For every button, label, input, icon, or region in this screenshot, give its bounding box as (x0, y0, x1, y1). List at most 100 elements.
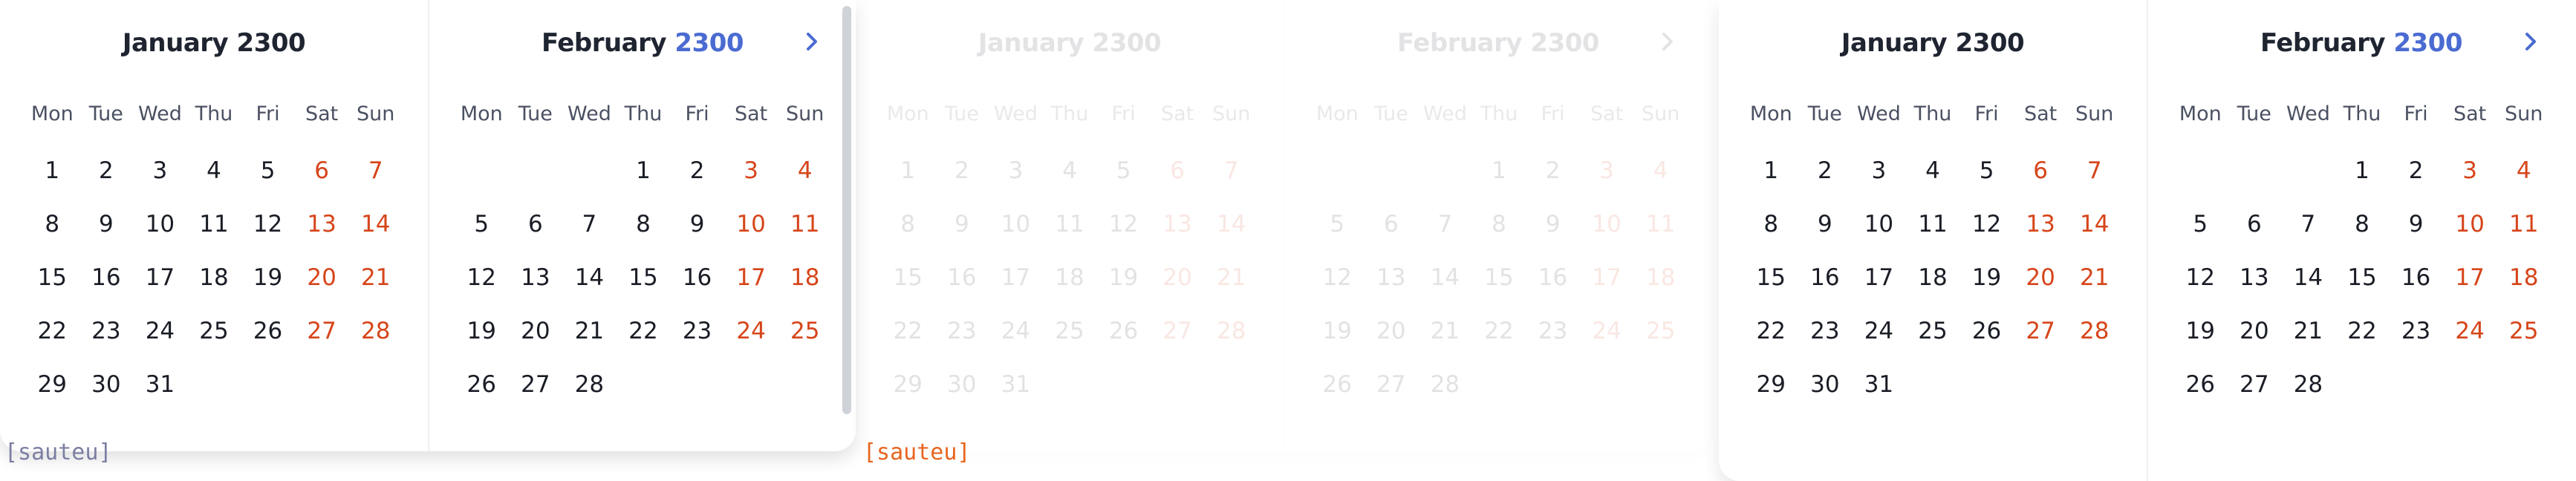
day-cell[interactable]: 23 (935, 312, 989, 365)
next-month-button[interactable] (1655, 27, 1680, 56)
day-cell[interactable]: 9 (935, 205, 989, 258)
day-cell[interactable]: 21 (1204, 258, 1258, 312)
day-cell[interactable]: 10 (2443, 205, 2497, 258)
day-cell[interactable]: 26 (1310, 365, 1365, 419)
day-cell[interactable]: 6 (509, 205, 563, 258)
day-cell[interactable]: 10 (989, 205, 1043, 258)
day-cell[interactable]: 18 (1043, 258, 1097, 312)
day-cell[interactable]: 11 (187, 205, 241, 258)
day-cell[interactable]: 26 (1096, 312, 1151, 365)
day-cell[interactable]: 13 (1365, 258, 1419, 312)
day-cell[interactable]: 20 (295, 258, 349, 312)
day-cell[interactable]: 13 (2228, 258, 2282, 312)
day-cell[interactable]: 4 (1633, 151, 1688, 205)
day-cell[interactable]: 9 (1798, 205, 1853, 258)
day-cell[interactable]: 16 (79, 258, 134, 312)
day-cell[interactable]: 27 (2228, 365, 2282, 419)
day-cell[interactable]: 10 (1852, 205, 1906, 258)
day-cell[interactable]: 2 (2389, 151, 2443, 205)
day-cell[interactable]: 23 (79, 312, 134, 365)
day-cell[interactable]: 5 (1959, 151, 2014, 205)
day-cell[interactable]: 25 (1043, 312, 1097, 365)
day-cell[interactable]: 11 (2497, 205, 2551, 258)
day-cell[interactable]: 17 (724, 258, 778, 312)
day-cell[interactable]: 4 (187, 151, 241, 205)
day-cell[interactable]: 3 (2443, 151, 2497, 205)
day-cell[interactable]: 31 (1852, 365, 1906, 419)
day-cell[interactable]: 7 (2067, 151, 2121, 205)
day-cell[interactable]: 30 (1798, 365, 1853, 419)
day-cell[interactable]: 3 (133, 151, 187, 205)
day-cell[interactable]: 20 (1365, 312, 1419, 365)
day-cell[interactable]: 24 (989, 312, 1043, 365)
day-cell[interactable]: 18 (1906, 258, 1960, 312)
day-cell[interactable]: 15 (2335, 258, 2390, 312)
day-cell[interactable]: 28 (1418, 365, 1472, 419)
day-cell[interactable]: 29 (1744, 365, 1798, 419)
day-cell[interactable]: 25 (1633, 312, 1688, 365)
day-cell[interactable]: 27 (2014, 312, 2068, 365)
day-cell[interactable]: 11 (1633, 205, 1688, 258)
day-cell[interactable]: 15 (617, 258, 671, 312)
day-cell[interactable]: 26 (455, 365, 509, 419)
day-cell[interactable]: 1 (617, 151, 671, 205)
day-cell[interactable]: 6 (2014, 151, 2068, 205)
day-cell[interactable]: 20 (509, 312, 563, 365)
day-cell[interactable]: 6 (2228, 205, 2282, 258)
day-cell[interactable]: 27 (1151, 312, 1205, 365)
day-cell[interactable]: 2 (670, 151, 724, 205)
day-cell[interactable]: 8 (881, 205, 935, 258)
day-cell[interactable]: 20 (2228, 312, 2282, 365)
day-cell[interactable]: 3 (1852, 151, 1906, 205)
day-cell[interactable]: 17 (989, 258, 1043, 312)
day-cell[interactable]: 18 (778, 258, 832, 312)
day-cell[interactable]: 28 (348, 312, 403, 365)
day-cell[interactable]: 4 (1906, 151, 1960, 205)
day-cell[interactable]: 15 (25, 258, 79, 312)
day-cell[interactable]: 23 (1798, 312, 1853, 365)
day-cell[interactable]: 4 (778, 151, 832, 205)
day-cell[interactable]: 15 (881, 258, 935, 312)
day-cell[interactable]: 26 (241, 312, 295, 365)
day-cell[interactable]: 12 (2173, 258, 2228, 312)
day-cell[interactable]: 28 (562, 365, 617, 419)
day-cell[interactable]: 18 (187, 258, 241, 312)
day-cell[interactable]: 10 (1580, 205, 1634, 258)
day-cell[interactable]: 24 (1580, 312, 1634, 365)
day-cell[interactable]: 7 (562, 205, 617, 258)
day-cell[interactable]: 24 (1852, 312, 1906, 365)
day-cell[interactable]: 11 (1043, 205, 1097, 258)
day-cell[interactable]: 9 (670, 205, 724, 258)
day-cell[interactable]: 12 (1096, 205, 1151, 258)
day-cell[interactable]: 7 (2281, 205, 2335, 258)
day-cell[interactable]: 10 (133, 205, 187, 258)
day-cell[interactable]: 1 (25, 151, 79, 205)
day-cell[interactable]: 6 (1365, 205, 1419, 258)
day-cell[interactable]: 14 (2281, 258, 2335, 312)
day-cell[interactable]: 22 (617, 312, 671, 365)
day-cell[interactable]: 28 (1204, 312, 1258, 365)
day-cell[interactable]: 19 (2173, 312, 2228, 365)
day-cell[interactable]: 14 (1418, 258, 1472, 312)
day-cell[interactable]: 24 (2443, 312, 2497, 365)
day-cell[interactable]: 19 (455, 312, 509, 365)
day-cell[interactable]: 13 (509, 258, 563, 312)
day-cell[interactable]: 13 (2014, 205, 2068, 258)
day-cell[interactable]: 27 (1365, 365, 1419, 419)
day-cell[interactable]: 8 (1472, 205, 1526, 258)
day-cell[interactable]: 25 (778, 312, 832, 365)
day-cell[interactable]: 22 (2335, 312, 2390, 365)
day-cell[interactable]: 17 (1580, 258, 1634, 312)
day-cell[interactable]: 3 (724, 151, 778, 205)
day-cell[interactable]: 16 (2389, 258, 2443, 312)
day-cell[interactable]: 6 (1151, 151, 1205, 205)
day-cell[interactable]: 2 (1798, 151, 1853, 205)
day-cell[interactable]: 22 (1472, 312, 1526, 365)
day-cell[interactable]: 14 (562, 258, 617, 312)
day-cell[interactable]: 18 (1633, 258, 1688, 312)
day-cell[interactable]: 12 (1310, 258, 1365, 312)
day-cell[interactable]: 31 (133, 365, 187, 419)
day-cell[interactable]: 26 (1959, 312, 2014, 365)
day-cell[interactable]: 17 (1852, 258, 1906, 312)
day-cell[interactable]: 31 (989, 365, 1043, 419)
